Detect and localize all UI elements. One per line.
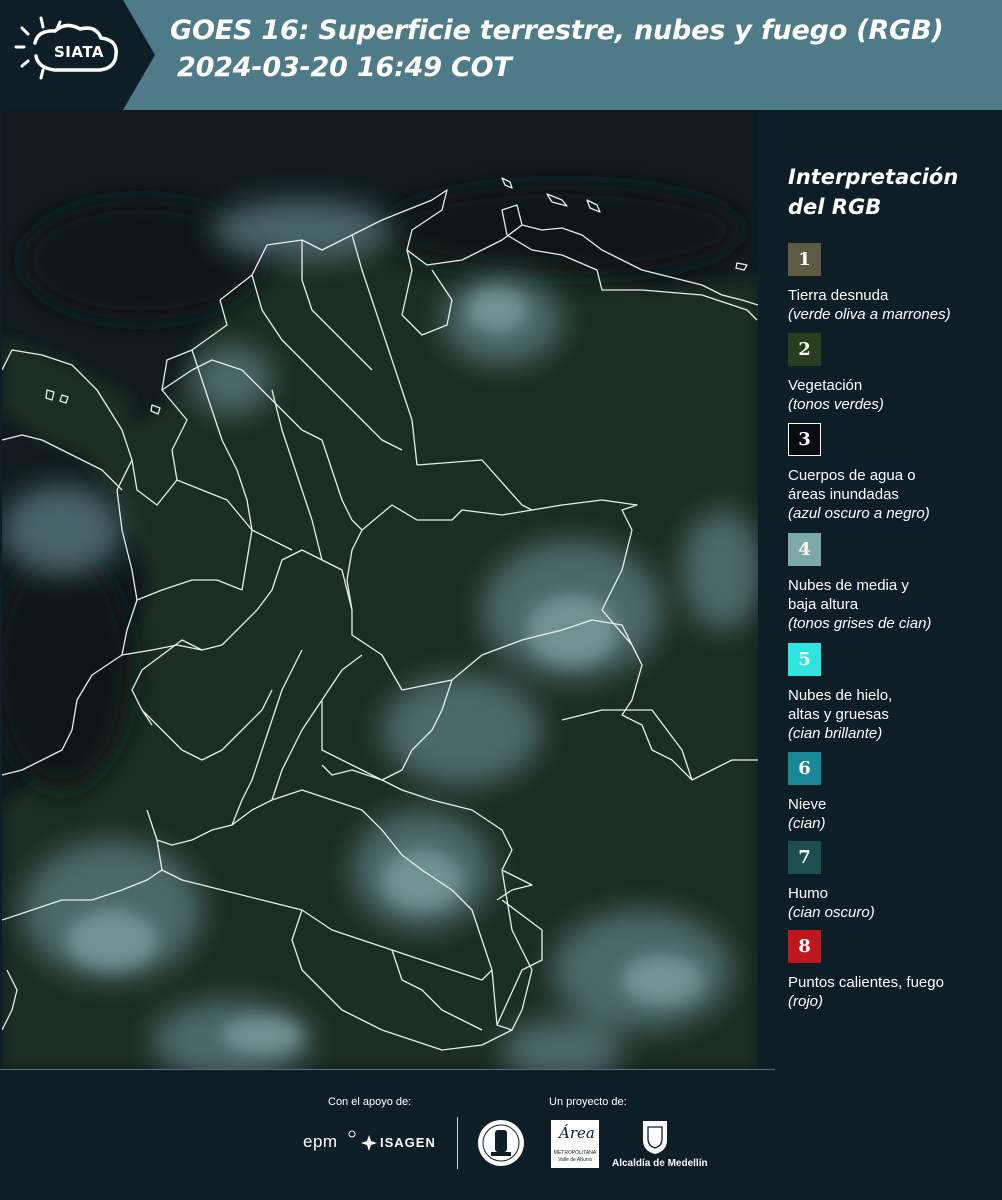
legend-panel: Interpretación del RGB 1 Tierra desnuda … xyxy=(760,110,1002,1070)
area-logo-text: Área xyxy=(559,1124,595,1142)
legend-swatch: 6 xyxy=(788,752,821,785)
legend-swatch: 2 xyxy=(788,333,821,366)
legend-note: (rojo) xyxy=(788,993,824,1010)
page-title: GOES 16: Superficie terrestre, nubes y f… xyxy=(170,12,944,86)
legend-item-smoke: 7 Humo (cian oscuro) xyxy=(788,841,1000,922)
legend-swatch: 3 xyxy=(788,423,821,456)
legend-label: Puntos calientes, fuego xyxy=(788,974,944,991)
legend-swatch: 1 xyxy=(788,243,821,276)
isagen-logo: ISAGEN xyxy=(380,1135,436,1150)
legend-item-vegetation: 2 Vegetación (tonos verdes) xyxy=(788,333,1000,414)
footer-sponsors: Con el apoyo de: Un proyecto de: epm ISA… xyxy=(0,1070,1002,1200)
isagen-icon xyxy=(361,1135,377,1151)
title-line-2: 2024-03-20 16:49 COT xyxy=(177,52,512,83)
legend-label: Nubes de hielo, altas y gruesas xyxy=(788,687,893,723)
support-label: Con el apoyo de: xyxy=(328,1096,412,1108)
legend-note: (cian brillante) xyxy=(788,725,883,742)
satellite-map xyxy=(2,110,758,1070)
legend-label: Nieve xyxy=(788,796,827,813)
legend-note: (cian) xyxy=(788,815,826,832)
registered-icon xyxy=(348,1130,356,1138)
legend-label: Vegetación xyxy=(788,377,863,394)
legend-item-ice-clouds: 5 Nubes de hielo, altas y gruesas (cian … xyxy=(788,643,1000,743)
legend-item-bare-soil: 1 Tierra desnuda (verde oliva a marrones… xyxy=(788,243,1000,324)
area-logo-subtitle-2: Valle de Aburrá xyxy=(558,1157,592,1163)
legend-note: (azul oscuro a negro) xyxy=(788,505,930,522)
legend-title: Interpretación del RGB xyxy=(788,165,959,219)
title-line-1: GOES 16: Superficie terrestre, nubes y f… xyxy=(170,15,944,46)
area-metropolitana-logo: Área METROPOLITANA Valle de Aburrá xyxy=(551,1120,599,1168)
logo-text: SIATA xyxy=(54,43,105,61)
header-bar: SIATA GOES 16: Superficie terrestre, nub… xyxy=(0,0,1002,110)
legend-note: (tonos verdes) xyxy=(788,396,884,413)
alcaldia-shield-icon xyxy=(643,1121,667,1154)
legend-label: Nubes de media y baja altura xyxy=(788,577,909,613)
legend-item-fire: 8 Puntos calientes, fuego (rojo) xyxy=(788,930,1000,1011)
legend-label: Tierra desnuda xyxy=(788,287,889,304)
legend-label: Cuerpos de agua o áreas inundadas xyxy=(788,467,916,503)
legend-item-low-clouds: 4 Nubes de media y baja altura (tonos gr… xyxy=(788,533,1000,633)
legend-label: Humo xyxy=(788,885,829,902)
legend-swatch: 8 xyxy=(788,930,821,963)
footer-vertical-divider xyxy=(457,1117,458,1169)
epm-logo: epm xyxy=(303,1132,338,1151)
legend-swatch: 5 xyxy=(788,643,821,676)
siata-logo: SIATA xyxy=(0,0,155,110)
legend-swatch: 4 xyxy=(788,533,821,566)
legend-note: (verde oliva a marrones) xyxy=(788,306,951,323)
legend-item-snow: 6 Nieve (cian) xyxy=(788,752,1000,833)
alcaldia-logo-text: Alcaldía de Medellín xyxy=(612,1158,708,1169)
legend-note: (tonos grises de cian) xyxy=(788,615,932,632)
legend-note: (cian oscuro) xyxy=(788,904,875,921)
university-seal-icon xyxy=(478,1120,524,1166)
project-label: Un proyecto de: xyxy=(549,1096,627,1108)
legend-swatch: 7 xyxy=(788,841,821,874)
legend-item-water: 3 Cuerpos de agua o áreas inundadas (azu… xyxy=(788,423,1000,523)
area-logo-subtitle-1: METROPOLITANA xyxy=(553,1150,597,1156)
